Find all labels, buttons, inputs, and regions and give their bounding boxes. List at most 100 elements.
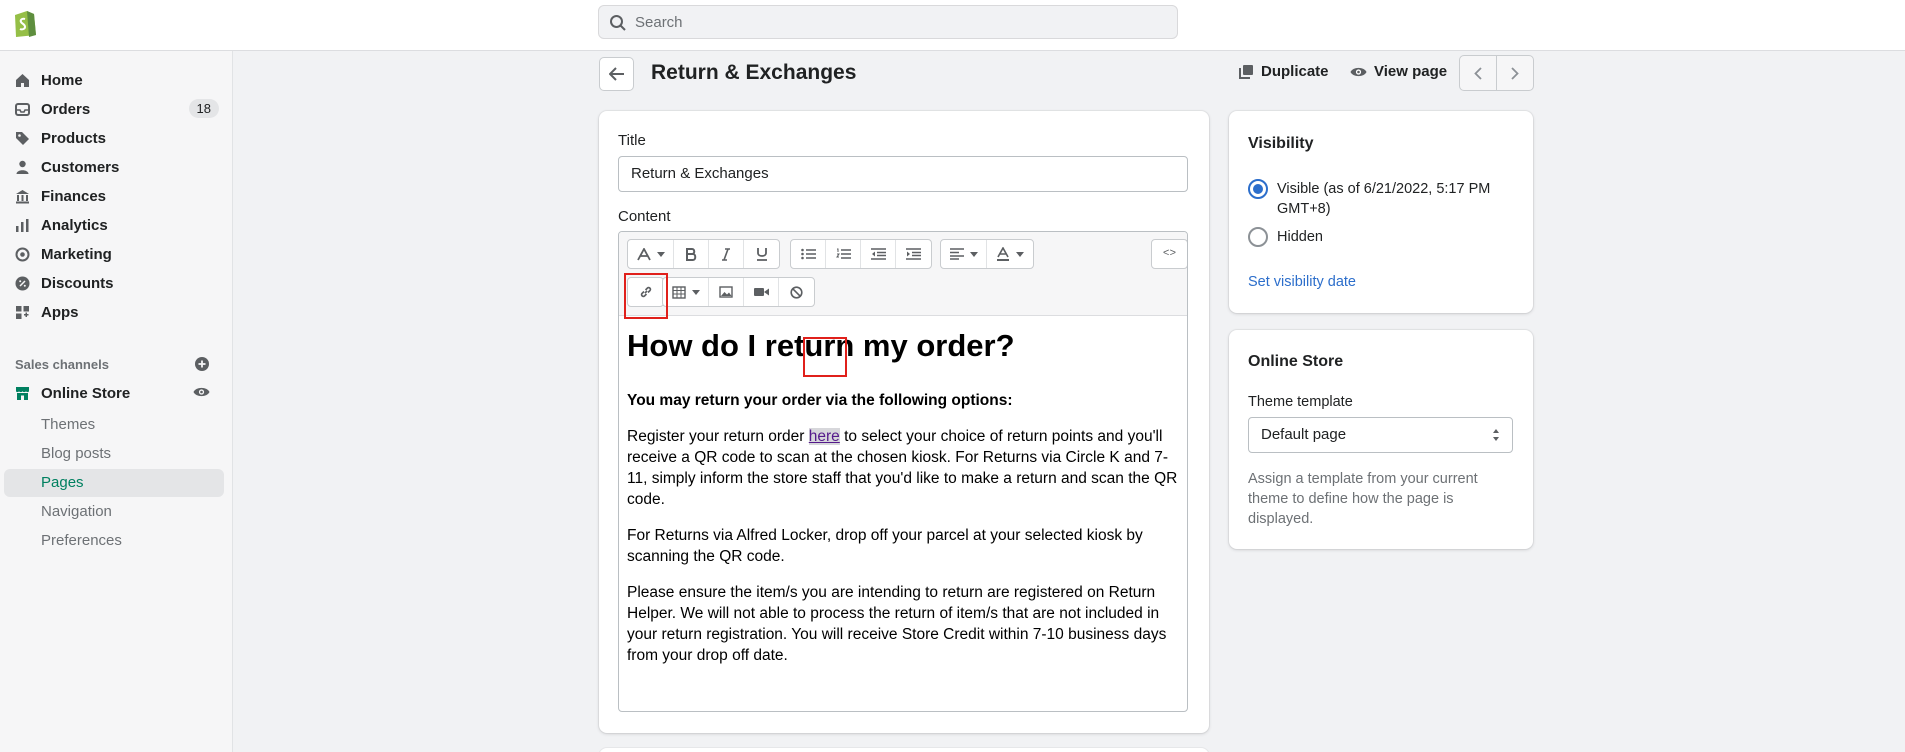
back-button[interactable]	[599, 57, 634, 91]
sidebar-sub-item-blog-posts[interactable]: Blog posts	[41, 445, 111, 462]
eye-icon[interactable]	[193, 386, 210, 398]
bank-icon	[14, 188, 30, 204]
visibility-title: Visibility	[1248, 135, 1314, 152]
clear-formatting-button[interactable]	[779, 278, 814, 306]
align-dropdown[interactable]	[941, 240, 987, 268]
visible-radio[interactable]	[1248, 179, 1268, 199]
search-bar[interactable]	[598, 5, 1178, 39]
set-visibility-date-link[interactable]: Set visibility date	[1248, 274, 1356, 290]
top-bar	[0, 0, 1905, 51]
here-link[interactable]: here	[808, 428, 840, 445]
sidebar-item-home[interactable]: Home	[14, 68, 219, 92]
numbered-list-icon	[835, 248, 851, 259]
html-source-button[interactable]: <>	[1152, 240, 1187, 268]
online-store-title: Online Store	[1248, 353, 1344, 370]
text-color-dropdown[interactable]	[987, 240, 1033, 268]
hidden-label: Hidden	[1277, 229, 1323, 245]
theme-template-select[interactable]: Default page	[1248, 417, 1513, 453]
indent-button[interactable]	[896, 240, 931, 268]
numbered-list-button[interactable]	[826, 240, 861, 268]
search-icon	[610, 15, 626, 31]
arrow-left-icon	[608, 67, 624, 81]
discount-icon	[14, 275, 30, 291]
chevron-right-icon	[1511, 66, 1519, 80]
sidebar-item-finances[interactable]: Finances	[14, 184, 219, 208]
hidden-option[interactable]: Hidden	[1248, 227, 1323, 247]
insert-media-group	[662, 277, 815, 307]
shopify-logo-icon[interactable]	[11, 8, 38, 38]
insert-image-button[interactable]	[709, 278, 744, 306]
title-input[interactable]: Return & Exchanges	[618, 156, 1188, 192]
next-page-button[interactable]	[1497, 56, 1533, 90]
previous-page-button[interactable]	[1460, 56, 1497, 90]
apps-grid-icon	[14, 304, 30, 320]
image-icon	[719, 286, 733, 298]
sidebar-sub-item-themes[interactable]: Themes	[41, 416, 95, 433]
editor-content[interactable]: How do I return my order? You may return…	[627, 328, 1179, 681]
sidebar-item-label: Orders	[41, 100, 91, 118]
bullet-list-button[interactable]	[791, 240, 826, 268]
person-icon	[14, 159, 30, 175]
sidebar-item-products[interactable]: Products	[14, 126, 219, 150]
bold-icon	[686, 247, 697, 261]
rich-text-editor[interactable]: <> How do I return my order? You may ret…	[618, 231, 1188, 712]
text-format-group	[627, 239, 780, 269]
source-group: <>	[1151, 239, 1187, 269]
tag-icon	[14, 130, 30, 146]
video-camera-icon	[753, 288, 769, 296]
align-color-group	[940, 239, 1034, 269]
content-paragraph-1: Register your return order here to selec…	[627, 428, 1178, 508]
online-store-card: Online Store Theme template Default page…	[1229, 330, 1533, 549]
outdent-button[interactable]	[861, 240, 896, 268]
content-paragraph-2: For Returns via Alfred Locker, drop off …	[627, 527, 1143, 565]
sidebar-item-apps[interactable]: Apps	[14, 300, 219, 324]
eye-icon	[1350, 67, 1367, 76]
editor-toolbar: <>	[619, 232, 1187, 316]
italic-button[interactable]	[709, 240, 744, 268]
sidebar-item-analytics[interactable]: Analytics	[14, 213, 219, 237]
block-icon	[790, 285, 803, 299]
hidden-radio[interactable]	[1248, 227, 1268, 247]
sidebar-item-online-store[interactable]: Online Store	[14, 381, 219, 405]
table-icon	[671, 285, 686, 299]
indent-icon	[906, 248, 921, 260]
here-link-highlight	[803, 337, 847, 377]
content-label: Content	[618, 208, 671, 225]
underline-button[interactable]	[744, 240, 779, 268]
sidebar-item-label: Products	[41, 129, 107, 147]
visible-option[interactable]: Visible (as of 6/21/2022, 5:17 PM GMT+8)	[1248, 179, 1518, 219]
bold-button[interactable]	[674, 240, 709, 268]
sidebar-sub-item-navigation[interactable]: Navigation	[41, 503, 112, 520]
sidebar-item-label: Home	[41, 71, 83, 89]
view-page-label: View page	[1374, 63, 1448, 80]
sidebar-item-label: Online Store	[41, 384, 131, 402]
sidebar-item-discounts[interactable]: Discounts	[14, 271, 219, 295]
active-item-highlight	[4, 469, 224, 497]
sidebar-sub-item-pages[interactable]: Pages	[41, 474, 84, 491]
sales-channels-title: Sales channels	[15, 357, 109, 372]
sidebar-item-orders[interactable]: Orders 18	[14, 97, 219, 121]
content-subheading: You may return your order via the follow…	[627, 392, 1013, 409]
orders-icon	[14, 101, 30, 117]
orders-count-badge: 18	[188, 99, 219, 118]
sidebar-item-marketing[interactable]: Marketing	[14, 242, 219, 266]
chevron-left-icon	[1474, 66, 1482, 80]
sidebar-sub-item-preferences[interactable]: Preferences	[41, 532, 122, 549]
search-input[interactable]	[635, 12, 1155, 32]
align-left-icon	[949, 248, 964, 260]
duplicate-button[interactable]: Duplicate	[1239, 63, 1329, 80]
sidebar-item-customers[interactable]: Customers	[14, 155, 219, 179]
theme-template-value: Default page	[1261, 426, 1347, 443]
bar-chart-icon	[14, 217, 30, 233]
sidebar-item-label: Finances	[41, 187, 107, 205]
insert-table-dropdown[interactable]	[663, 278, 709, 306]
duplicate-icon	[1239, 65, 1253, 79]
italic-icon	[722, 247, 730, 261]
target-icon	[14, 246, 30, 262]
add-circle-icon[interactable]	[194, 356, 210, 372]
content-paragraph-3: Please ensure the item/s you are intendi…	[627, 584, 1167, 664]
font-style-dropdown[interactable]	[628, 240, 674, 268]
view-page-button[interactable]: View page	[1350, 63, 1447, 80]
insert-video-button[interactable]	[744, 278, 779, 306]
sidebar-item-label: Apps	[41, 303, 79, 321]
